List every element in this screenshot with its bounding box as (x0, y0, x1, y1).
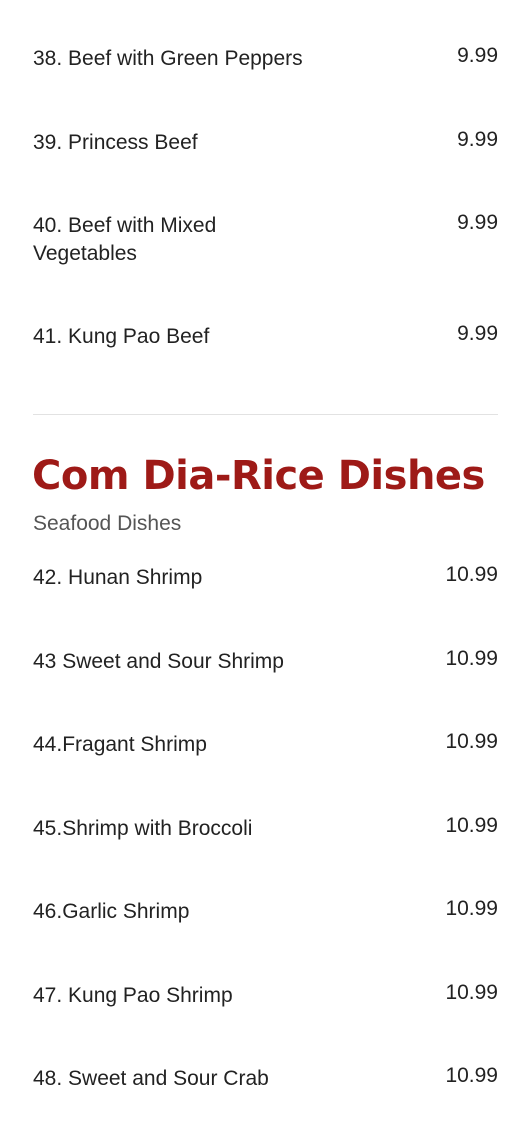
item-name: 39. Princess Beef (33, 131, 198, 154)
item-price: 10.99 (445, 563, 498, 586)
item-price: 10.99 (445, 1064, 498, 1087)
item-price: 10.99 (445, 647, 498, 670)
item-name: 47. Kung Pao Shrimp (33, 984, 233, 1007)
item-name: 44.Fragant Shrimp (33, 733, 207, 756)
item-name: 41. Kung Pao Beef (33, 325, 210, 348)
item-price: 9.99 (457, 211, 498, 234)
item-name: 42. Hunan Shrimp (33, 566, 203, 589)
item-name: 43 Sweet and Sour Shrimp (33, 650, 284, 673)
section-divider (33, 414, 498, 415)
item-price: 9.99 (457, 128, 498, 151)
item-price: 10.99 (445, 730, 498, 753)
item-price: 10.99 (445, 814, 498, 837)
item-name: 48. Sweet and Sour Crab (33, 1067, 269, 1090)
item-name: 45.Shrimp with Broccoli (33, 817, 253, 840)
item-name: 40. Beef with Mixed Vegetables (33, 214, 217, 265)
item-price: 10.99 (445, 981, 498, 1004)
item-price: 9.99 (457, 322, 498, 345)
section-subtitle: Seafood Dishes (33, 512, 182, 535)
item-name: 46.Garlic Shrimp (33, 900, 190, 923)
item-price: 9.99 (457, 44, 498, 67)
item-name: 38. Beef with Green Peppers (33, 47, 303, 70)
section-title: Com Dia-Rice Dishes (32, 453, 485, 499)
item-price: 10.99 (445, 897, 498, 920)
